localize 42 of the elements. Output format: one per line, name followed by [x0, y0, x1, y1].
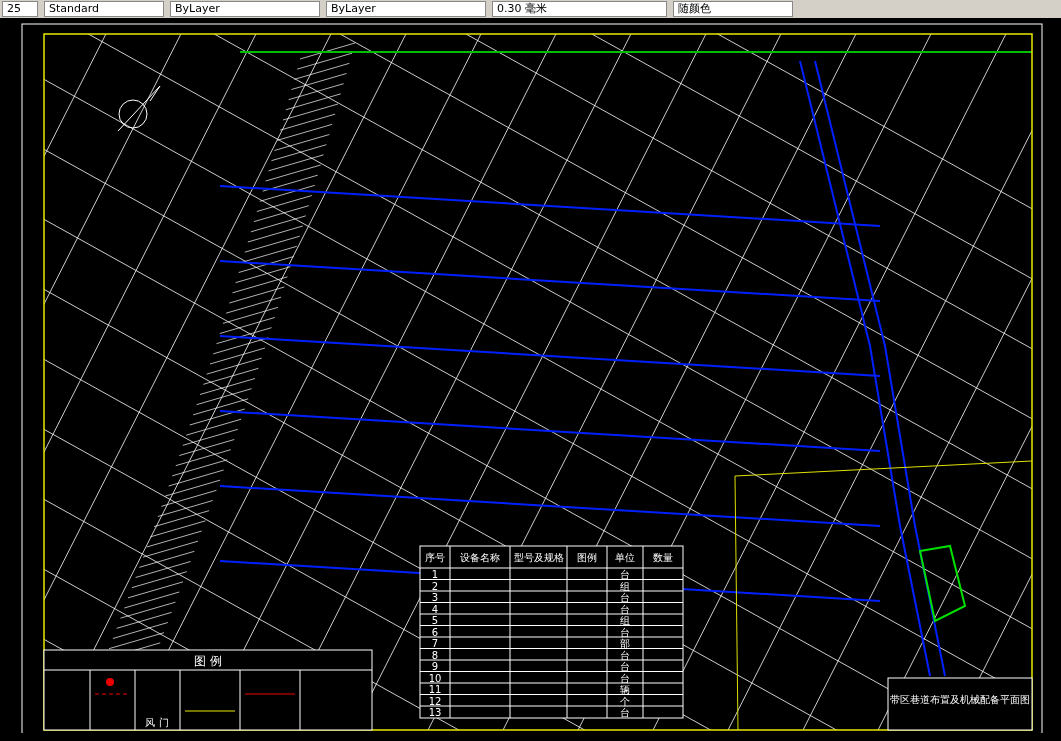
table-header: 设备名称 [460, 552, 500, 563]
table-cell: 7 [431, 638, 439, 649]
table-cell: 4 [431, 603, 439, 615]
table-cell: 11 [428, 684, 442, 695]
table-cell: 台 [620, 592, 630, 603]
toolbar-dropdown[interactable]: ByLayer [326, 1, 486, 17]
table-cell: 12 [428, 695, 442, 707]
toolbar-dropdown[interactable]: ByLayer [170, 1, 320, 17]
table-cell: 组 [620, 580, 630, 592]
table-cell: 台 [620, 569, 630, 580]
table-cell: 台 [620, 649, 630, 661]
toolbar-dropdown[interactable]: 25 [2, 1, 38, 17]
table-cell: 1 [431, 569, 439, 580]
table-cell: 辆 [620, 684, 630, 695]
table-cell: 8 [431, 649, 439, 661]
table-cell: 部 [620, 638, 630, 649]
table-cell: 5 [431, 615, 439, 626]
legend-title: 图 例 [194, 654, 222, 668]
table-cell: 3 [431, 592, 439, 603]
table-cell: 2 [431, 580, 439, 592]
table-cell: 台 [620, 626, 630, 638]
table-header: 单位 [615, 552, 635, 563]
table-cell: 个 [620, 695, 630, 707]
table-header: 序号 [425, 552, 445, 563]
north-arrow-icon [117, 85, 161, 132]
table-cell: 9 [431, 661, 439, 672]
toolbar-dropdown[interactable]: Standard [44, 1, 164, 17]
table-cell: 组 [620, 615, 630, 626]
table-cell: 台 [620, 672, 630, 684]
legend-label: 风 门 [145, 717, 169, 728]
table-cell: 13 [428, 707, 442, 718]
drawing-title: 带区巷道布置及机械配备平面图 [890, 694, 1030, 705]
toolbar-dropdown[interactable]: 随颜色 [673, 1, 793, 17]
table-header: 型号及规格 [513, 552, 564, 563]
table-header: 数量 [653, 552, 673, 563]
table-header: 图例 [577, 552, 597, 563]
table-cell: 台 [620, 707, 630, 718]
table-cell: 10 [428, 672, 442, 684]
table-cell: 台 [620, 661, 630, 672]
table-cell: 6 [431, 626, 439, 638]
table-cell: 台 [620, 603, 630, 615]
toolbar-dropdown[interactable]: 0.30 毫米 [492, 1, 667, 17]
